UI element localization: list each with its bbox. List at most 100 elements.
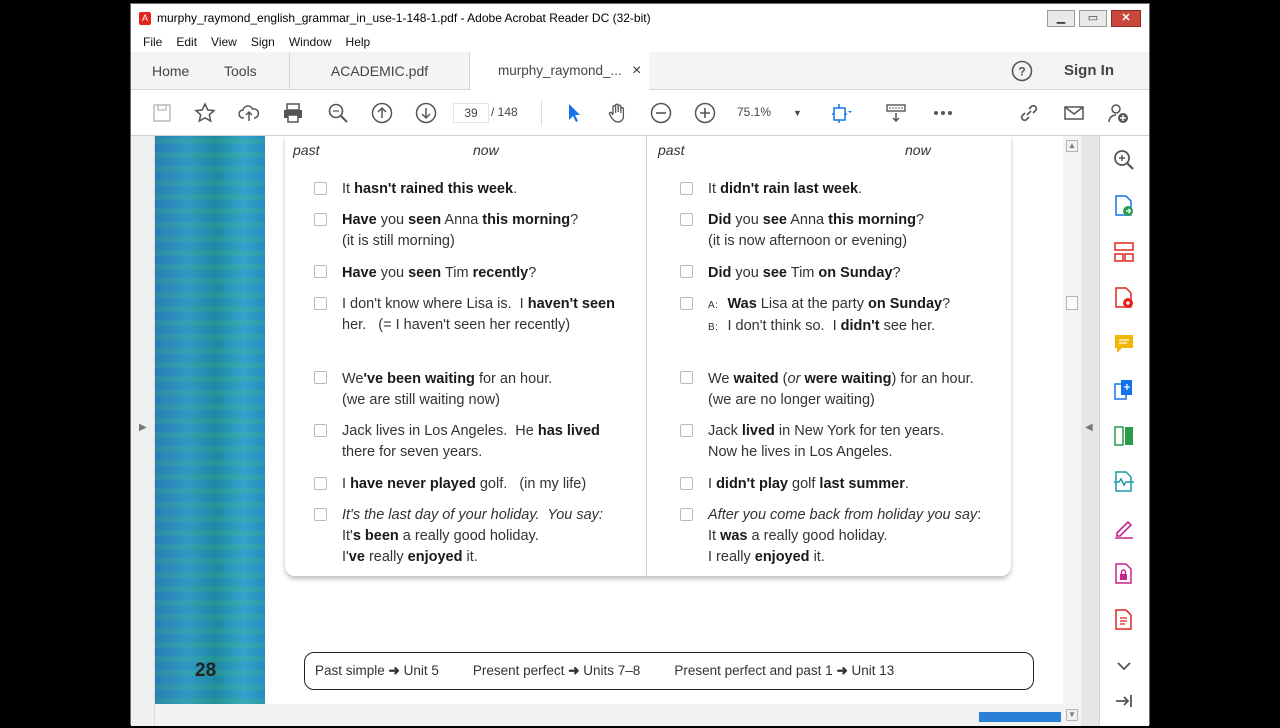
right-now-heading: now [905,142,931,158]
page-number-input[interactable]: 39 [453,103,489,123]
page-fit-icon[interactable] [828,100,854,126]
combine-files-icon[interactable] [1112,378,1136,402]
checkbox[interactable] [314,371,327,384]
vertical-scrollbar[interactable]: ▲ ▼ [1063,136,1081,726]
document-viewport[interactable]: ▶ 28 past now past now It hasn't rained … [131,136,1099,726]
print-icon[interactable] [280,100,306,126]
tab-murphy-label: murphy_raymond_... [498,63,622,78]
menu-sign[interactable]: Sign [251,35,275,49]
checkbox[interactable] [680,371,693,384]
compare-files-icon[interactable] [1112,424,1136,448]
checkbox[interactable] [314,213,327,226]
comment-icon[interactable] [1112,332,1136,356]
checkbox[interactable] [314,477,327,490]
export-pdf-icon[interactable] [1112,194,1136,218]
help-icon[interactable]: ? [1011,52,1035,90]
page-number: 28 [195,660,217,681]
checkbox[interactable] [314,182,327,195]
next-page-icon[interactable] [413,100,439,126]
example-left-7: I have never played golf. (in my life) [342,476,587,492]
zoom-in-icon[interactable] [692,100,718,126]
search-zoom-icon[interactable] [1112,148,1136,172]
vertical-scroll-thumb[interactable] [1066,296,1078,310]
example-right-1: It didn't rain last week. [708,181,863,197]
example-right-8: After you come back from holiday you say… [708,507,990,565]
tab-tools[interactable]: Tools [224,52,257,90]
collapse-right-icon[interactable]: ◀ [1085,422,1093,433]
checkbox[interactable] [680,508,693,521]
menu-help[interactable]: Help [346,35,371,49]
tab-murphy-pdf[interactable]: murphy_raymond_... × [469,52,649,91]
page-total: / 148 [491,105,518,119]
example-left-8: It's the last day of your holiday. You s… [342,507,603,565]
minimize-button[interactable]: ▁ [1047,10,1075,27]
close-button[interactable]: ✕ [1111,10,1141,27]
email-icon[interactable] [1061,100,1087,126]
menu-window[interactable]: Window [289,35,332,49]
checkbox[interactable] [680,265,693,278]
comparison-card: past now past now It hasn't rained this … [285,136,1011,576]
example-left-4: I don't know where Lisa is. I haven't se… [342,296,615,333]
horizontal-scroll-thumb[interactable] [979,712,1061,722]
scroll-mode-icon[interactable] [883,100,909,126]
checkbox[interactable] [314,265,327,278]
example-right-4: A: Was Lisa at the party on Sunday? B: I … [708,296,951,334]
page-side-stripe [155,136,265,704]
column-divider [646,136,647,576]
save-icon[interactable] [149,100,175,126]
checkbox[interactable] [680,182,693,195]
create-pdf-icon[interactable] [1112,286,1136,310]
example-left-5: We've been waiting for an hour. (we are s… [342,371,553,408]
right-past-heading: past [658,142,685,158]
select-cursor-icon[interactable] [561,100,587,126]
hand-tool-icon[interactable] [605,100,631,126]
example-right-2: Did you see Anna this morning? (it is now… [708,212,925,249]
checkbox[interactable] [314,508,327,521]
sign-in-button[interactable]: Sign In [1064,52,1114,90]
checkbox[interactable] [680,297,693,310]
checkbox[interactable] [680,213,693,226]
more-tools-chevron-icon[interactable] [1112,654,1136,678]
fill-sign-icon[interactable] [1112,516,1136,540]
upload-cloud-icon[interactable] [236,100,262,126]
checkbox[interactable] [314,297,327,310]
scroll-up-arrow[interactable]: ▲ [1066,140,1078,152]
collapse-pane-icon[interactable] [1112,689,1136,713]
chevron-down-icon: ▼ [793,108,802,118]
example-left-3: Have you seen Tim recently? [342,265,537,281]
more-options-icon[interactable] [930,100,956,126]
horizontal-scrollbar[interactable] [155,704,1063,726]
organize-pages-icon[interactable] [1112,240,1136,264]
menu-file[interactable]: File [143,35,162,49]
protect-pdf-icon[interactable] [1112,562,1136,586]
tab-home[interactable]: Home [152,52,189,90]
tab-close-icon[interactable]: × [632,52,641,90]
checkbox[interactable] [680,424,693,437]
previous-page-icon[interactable] [369,100,395,126]
menu-view[interactable]: View [211,35,237,49]
example-left-6: Jack lives in Los Angeles. He has lived … [342,423,600,460]
bookmark-star-icon[interactable] [192,100,218,126]
svg-text:?: ? [1018,65,1025,79]
menu-edit[interactable]: Edit [176,35,197,49]
tab-academic-pdf[interactable]: ACADEMIC.pdf [289,52,469,90]
share-link-icon[interactable] [1016,100,1042,126]
edit-pdf-icon[interactable] [1112,608,1136,632]
search-icon[interactable] [325,100,351,126]
scroll-down-arrow[interactable]: ▼ [1066,709,1078,721]
zoom-level-value: 75.1% [737,105,772,119]
left-panel-toggle[interactable]: ▶ [131,136,155,726]
example-right-5: We waited (or were waiting) for an hour.… [708,371,982,408]
maximize-button[interactable]: ▭ [1079,10,1107,27]
checkbox[interactable] [314,424,327,437]
checkbox[interactable] [680,477,693,490]
example-right-7: I didn't play golf last summer. [708,476,909,492]
add-user-icon[interactable] [1105,100,1131,126]
zoom-out-icon[interactable] [648,100,674,126]
expand-left-icon: ▶ [139,422,147,433]
title-bar: A murphy_raymond_english_grammar_in_use-… [131,4,1149,32]
optimize-pdf-icon[interactable] [1112,470,1136,494]
example-left-2: Have you seen Anna this morning? (it is s… [342,212,579,249]
ref-past-simple: Past simple ➜ Unit 5 [315,663,439,678]
zoom-level-dropdown[interactable]: 75.1% ▼ [737,105,802,119]
